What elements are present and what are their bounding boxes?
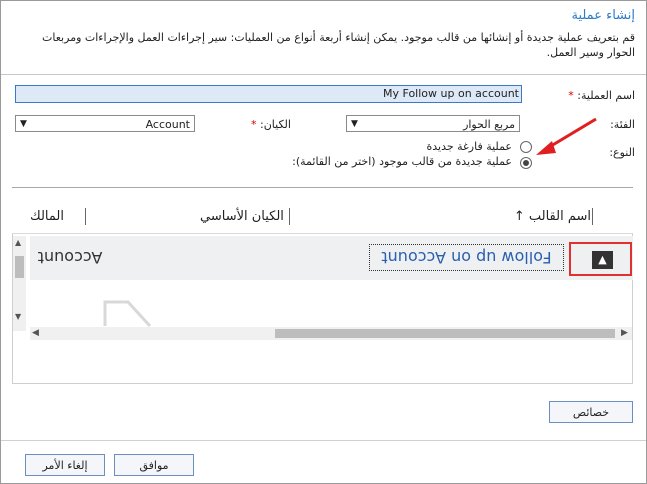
category-value: مربع الحوار bbox=[463, 118, 515, 131]
column-divider bbox=[592, 208, 593, 225]
radio-from-template-label: عملية جديدة من قالب موجود (اختر من القائ… bbox=[292, 155, 512, 168]
column-template-name[interactable]: اسم القالب ↑ bbox=[514, 209, 591, 224]
scroll-right-icon[interactable]: ▶ bbox=[621, 327, 628, 340]
properties-button[interactable]: خصائص bbox=[549, 401, 633, 423]
dropdown-arrow-icon: ▼ bbox=[351, 119, 358, 129]
scroll-up-icon[interactable]: ▲ bbox=[15, 238, 21, 247]
column-owner[interactable]: المالك bbox=[30, 209, 64, 224]
scroll-down-icon[interactable]: ▼ bbox=[15, 312, 21, 321]
column-divider bbox=[289, 208, 290, 225]
column-divider bbox=[85, 208, 86, 225]
sort-up-icon: ↑ bbox=[513, 209, 525, 224]
scroll-left-icon[interactable]: ◀ bbox=[32, 327, 39, 340]
radio-new-process-label: عملية فارغة جديدة bbox=[426, 140, 512, 153]
ok-button[interactable]: موافق bbox=[114, 454, 194, 476]
red-arrow-annotation bbox=[536, 117, 597, 155]
cancel-button[interactable]: إلغاء الأمر bbox=[25, 454, 105, 476]
dropdown-arrow-icon: ▼ bbox=[20, 119, 27, 129]
type-label: النوع: bbox=[609, 146, 635, 159]
dialog-description: قم بتعريف عملية جديدة أو إنشائها من قالب… bbox=[42, 31, 635, 59]
template-name-text: Follow up on Account bbox=[381, 248, 552, 267]
dialog-title: إنشاء عملية bbox=[571, 8, 635, 23]
category-label: الفئة: bbox=[610, 118, 635, 131]
faint-background-shape bbox=[103, 300, 152, 328]
entity-label: الكيان: * bbox=[251, 118, 291, 131]
primary-entity-text: Account bbox=[37, 248, 103, 267]
template-name-cell[interactable]: Follow up on Account bbox=[369, 244, 564, 271]
column-primary-entity[interactable]: الكيان الأساسي bbox=[200, 209, 284, 224]
process-name-input[interactable]: My Follow up on account bbox=[15, 85, 522, 103]
header-divider bbox=[1, 74, 646, 75]
horizontal-scroll-thumb[interactable] bbox=[275, 329, 615, 338]
category-select[interactable]: مربع الحوار ▼ bbox=[346, 115, 520, 132]
footer-divider bbox=[1, 440, 646, 441]
expand-up-icon[interactable]: ▲ bbox=[592, 251, 613, 269]
entity-select[interactable]: Account ▼ bbox=[15, 115, 195, 132]
vertical-scroll-thumb[interactable] bbox=[15, 256, 24, 278]
entity-value: Account bbox=[145, 118, 190, 131]
process-name-label: اسم العملية: * bbox=[568, 89, 635, 102]
section-divider bbox=[12, 187, 633, 188]
primary-entity-cell: Account bbox=[30, 246, 110, 268]
